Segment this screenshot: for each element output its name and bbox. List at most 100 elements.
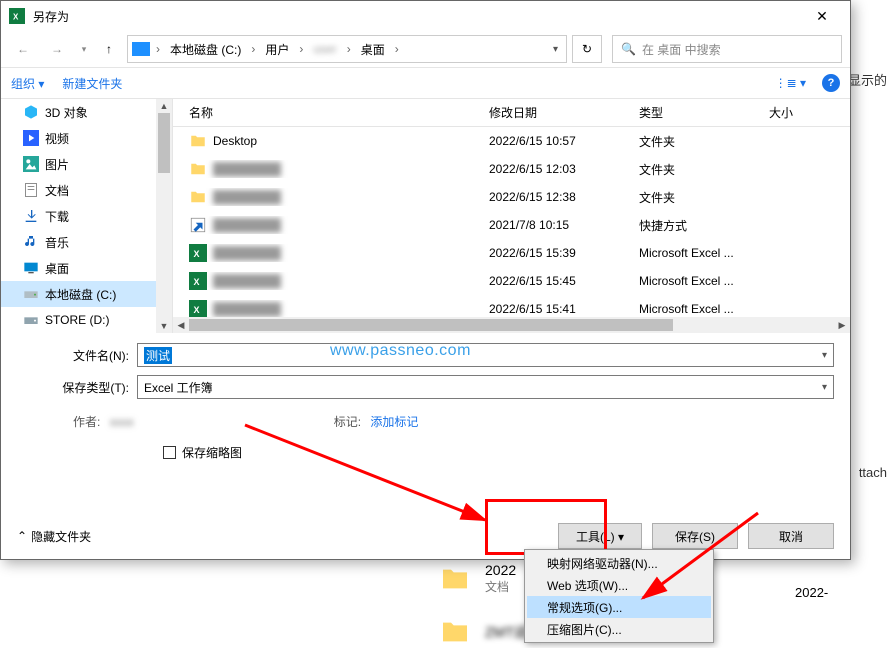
svg-text:X: X — [194, 249, 200, 259]
hide-folders-label: 隐藏文件夹 — [31, 528, 91, 545]
file-list-hscrollbar[interactable]: ◀▶ — [173, 317, 850, 333]
dd-map-drive[interactable]: 映射网络驱动器(N)... — [527, 552, 711, 574]
sidebar: 3D 对象视频图片文档下载音乐桌面本地磁盘 (C:) STORE (D:) ▲▼ — [1, 99, 173, 333]
col-name[interactable]: 名称 — [183, 104, 483, 121]
refresh-button[interactable]: ↻ — [572, 35, 602, 63]
cancel-button[interactable]: 取消 — [748, 523, 834, 549]
crumb-user[interactable]: user — [309, 40, 340, 58]
file-name: ████████ — [213, 162, 281, 176]
sidebar-item-label: 图片 — [45, 156, 69, 173]
file-row[interactable]: ████████ 2021/7/8 10:15 快捷方式 — [173, 211, 850, 239]
crumb-sep: › — [154, 42, 162, 56]
file-type: 文件夹 — [633, 133, 763, 150]
crumb-desktop[interactable]: 桌面 — [357, 39, 389, 60]
sidebar-item-label: 音乐 — [45, 234, 69, 251]
sidebar-item-label: 本地磁盘 (C:) — [45, 286, 116, 303]
sidebar-item[interactable]: STORE (D:) — [1, 307, 172, 333]
organize-button[interactable]: 组织 ▾ — [11, 75, 44, 92]
view-options-button[interactable]: ⋮≣ ▾ — [775, 76, 806, 90]
address-dropdown-icon[interactable]: ▾ — [553, 44, 562, 55]
bg-folder-meta: 文档 — [485, 578, 516, 595]
search-placeholder: 在 桌面 中搜索 — [642, 41, 721, 58]
close-button[interactable]: ✕ — [802, 8, 842, 25]
dd-compress-pics[interactable]: 压缩图片(C)... — [527, 618, 711, 640]
filename-value: 测试 — [144, 347, 172, 364]
author-label: 作者: — [73, 415, 100, 429]
shortcut-icon — [189, 216, 207, 234]
filetype-select[interactable]: Excel 工作簿 ▾ — [137, 375, 834, 399]
dd-web-options[interactable]: Web 选项(W)... — [527, 574, 711, 596]
save-button[interactable]: 保存(S) — [652, 523, 738, 549]
folder-icon — [189, 188, 207, 206]
address-bar[interactable]: › 本地磁盘 (C:) › 用户 › user › 桌面 › ▾ — [127, 35, 567, 63]
titlebar: X 另存为 ✕ — [1, 1, 850, 31]
sidebar-item-label: 3D 对象 — [45, 104, 88, 121]
add-tag-link[interactable]: 添加标记 — [370, 415, 418, 429]
save-thumbnail-label: 保存缩略图 — [182, 444, 242, 461]
sidebar-item[interactable]: 视频 — [1, 125, 172, 151]
file-row[interactable]: ████████ 2022/6/15 12:38 文件夹 — [173, 183, 850, 211]
svg-text:X: X — [194, 305, 200, 315]
sidebar-item-label: STORE (D:) — [45, 313, 109, 327]
nav-recent[interactable]: ▾ — [77, 35, 91, 63]
filename-input[interactable]: 测试 ▾ — [137, 343, 834, 367]
folder-icon — [189, 132, 207, 150]
chevron-up-icon: ⌃ — [17, 529, 27, 543]
background-text: ttach — [859, 465, 887, 480]
excel-icon: X — [189, 300, 207, 318]
background-folder-row: 2022 文档 — [435, 562, 516, 595]
file-name: ████████ — [213, 218, 281, 232]
file-date: 2021/7/8 10:15 — [483, 218, 633, 232]
dl-icon — [23, 208, 39, 224]
pic-icon — [23, 156, 39, 172]
file-row[interactable]: Desktop 2022/6/15 10:57 文件夹 — [173, 127, 850, 155]
nav-forward: → — [43, 35, 71, 63]
chevron-down-icon[interactable]: ▾ — [822, 350, 827, 361]
new-folder-button[interactable]: 新建文件夹 — [62, 75, 122, 92]
col-date[interactable]: 修改日期 — [483, 104, 633, 121]
sidebar-scrollbar[interactable]: ▲▼ — [156, 99, 172, 333]
sidebar-item[interactable]: 3D 对象 — [1, 99, 172, 125]
col-type[interactable]: 类型 — [633, 104, 763, 121]
excel-app-icon: X — [9, 8, 25, 24]
file-row[interactable]: ████████ 2022/6/15 12:03 文件夹 — [173, 155, 850, 183]
background-text: 显示的 — [848, 70, 887, 89]
file-row[interactable]: X████████ 2022/6/15 15:45 Microsoft Exce… — [173, 267, 850, 295]
save-thumbnail-checkbox[interactable] — [163, 446, 176, 459]
file-date: 2022/6/15 12:03 — [483, 162, 633, 176]
file-name: ████████ — [213, 302, 281, 316]
file-type: Microsoft Excel ... — [633, 246, 763, 260]
col-size[interactable]: 大小 — [763, 104, 850, 121]
file-date: 2022/6/15 12:38 — [483, 190, 633, 204]
bg-folder-name: 2022 — [485, 562, 516, 578]
crumb-drive[interactable]: 本地磁盘 (C:) — [166, 39, 245, 60]
sidebar-item[interactable]: 图片 — [1, 151, 172, 177]
sidebar-item[interactable]: 文档 — [1, 177, 172, 203]
author-value[interactable]: xxxx — [110, 415, 134, 429]
chevron-down-icon[interactable]: ▾ — [822, 382, 827, 393]
sidebar-item[interactable]: 桌面 — [1, 255, 172, 281]
nav-back[interactable]: ← — [9, 35, 37, 63]
file-list: 名称 修改日期 类型 大小 Desktop 2022/6/15 10:57 文件… — [173, 99, 850, 333]
search-input[interactable]: 🔍 在 桌面 中搜索 — [612, 35, 842, 63]
file-date: 2022/6/15 15:41 — [483, 302, 633, 316]
help-icon[interactable]: ? — [822, 74, 840, 92]
sidebar-item[interactable]: 音乐 — [1, 229, 172, 255]
toolbar: 组织 ▾ 新建文件夹 ⋮≣ ▾ ? — [1, 67, 850, 99]
sidebar-item-label: 文档 — [45, 182, 69, 199]
sidebar-item-label: 视频 — [45, 130, 69, 147]
excel-icon: X — [189, 272, 207, 290]
file-list-header: 名称 修改日期 类型 大小 — [173, 99, 850, 127]
nav-up[interactable]: ↑ — [97, 37, 121, 61]
sidebar-item[interactable]: 下载 — [1, 203, 172, 229]
tools-button[interactable]: 工具(L) ▾ — [558, 523, 642, 549]
dd-general-options[interactable]: 常规选项(G)... — [527, 596, 711, 618]
crumb-users[interactable]: 用户 — [261, 39, 293, 60]
file-row[interactable]: X████████ 2022/6/15 15:39 Microsoft Exce… — [173, 239, 850, 267]
search-icon: 🔍 — [621, 42, 636, 56]
file-name: ████████ — [213, 190, 281, 204]
filetype-value: Excel 工作簿 — [144, 379, 213, 396]
hide-folders-button[interactable]: ⌃ 隐藏文件夹 — [17, 528, 91, 545]
excel-icon: X — [189, 244, 207, 262]
sidebar-item[interactable]: 本地磁盘 (C:) — [1, 281, 172, 307]
